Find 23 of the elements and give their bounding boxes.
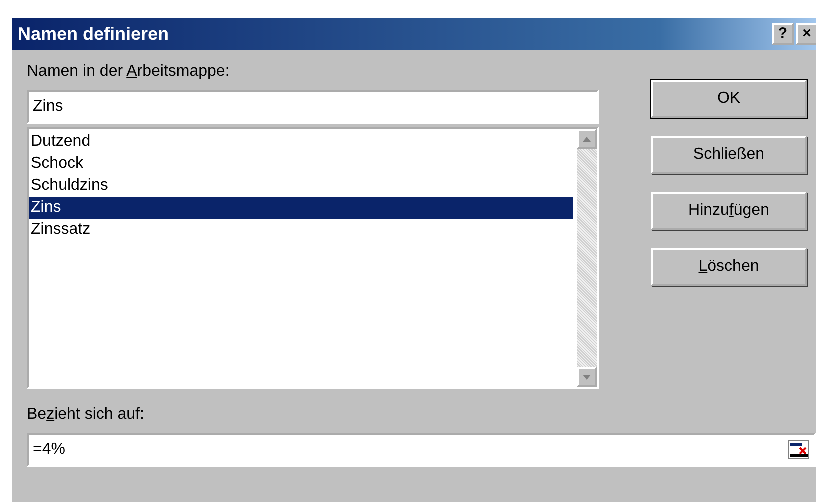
window-title: Namen definieren: [18, 22, 170, 46]
dialog-button[interactable]: OK: [651, 80, 807, 118]
list-item[interactable]: Schuldzins: [29, 175, 573, 197]
dialog-button[interactable]: Schließen: [651, 136, 807, 174]
field-label: Bezieht sich auf:: [27, 405, 146, 425]
up-arrow-icon: [583, 136, 591, 142]
field-label: Namen in der Arbeitsmappe:: [27, 62, 231, 82]
name-field[interactable]: Zins: [27, 90, 599, 124]
collapse-dialog-icon[interactable]: [788, 440, 810, 460]
down-arrow-icon: [583, 374, 591, 380]
scrollbar[interactable]: [577, 129, 597, 387]
refers-to-field[interactable]: =4%: [27, 433, 816, 467]
help-button[interactable]: ?: [772, 23, 794, 45]
scroll-up-button[interactable]: [577, 129, 597, 149]
dialog-button[interactable]: Löschen: [651, 248, 807, 286]
scroll-down-button[interactable]: [577, 367, 597, 387]
list-item[interactable]: Dutzend: [29, 131, 573, 153]
dialog-button[interactable]: Hinzufügen: [651, 192, 807, 230]
list-item[interactable]: Zinssatz: [29, 219, 573, 241]
list-item[interactable]: Schock: [29, 153, 573, 175]
close-button[interactable]: ×: [796, 23, 816, 45]
list-item[interactable]: Zins: [29, 197, 573, 219]
names-list[interactable]: Dutzend Schock Schuldzins Zins Zinssatz: [27, 127, 599, 389]
